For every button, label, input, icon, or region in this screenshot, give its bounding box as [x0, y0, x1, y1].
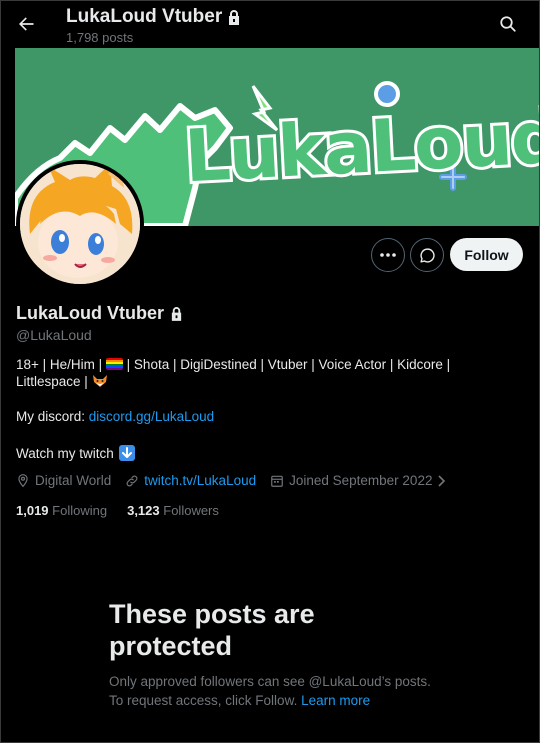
- discord-link[interactable]: discord.gg/LukaLoud: [89, 409, 214, 424]
- followers-link[interactable]: 3,123 Followers: [127, 503, 219, 518]
- search-icon: [500, 16, 516, 32]
- bio-text-1: 18+ | He/Him |: [16, 357, 106, 372]
- joined-text: Joined September 2022: [289, 473, 433, 488]
- more-options-button[interactable]: [371, 238, 405, 272]
- profile-bio: 18+ | He/Him | | Shota | DigiDestined | …: [16, 356, 486, 390]
- joined-item[interactable]: Joined September 2022: [270, 473, 446, 488]
- search-button[interactable]: [494, 10, 522, 38]
- profile-name-row: LukaLoud Vtuber: [16, 303, 183, 324]
- rainbow-flag-icon: [105, 358, 123, 370]
- calendar-icon: [271, 475, 283, 487]
- follow-button[interactable]: Follow: [450, 238, 523, 271]
- header-title-block: LukaLoud Vtuber 1,798 posts: [66, 6, 241, 45]
- following-label: Following: [52, 503, 108, 518]
- avatar-image: [20, 164, 140, 284]
- website-link[interactable]: twitch.tv/LukaLoud: [144, 473, 256, 488]
- profile-handle: @LukaLoud: [16, 327, 92, 343]
- down-arrow-emoji-icon: [118, 445, 135, 461]
- follow-counts: 1,019 Following 3,123 Followers: [16, 503, 219, 518]
- message-bubble-icon: [419, 247, 435, 263]
- website-item: twitch.tv/LukaLoud: [125, 473, 256, 488]
- arrow-left-icon: [19, 17, 34, 31]
- protected-body-text: Only approved followers can see @LukaLou…: [109, 674, 431, 708]
- back-button[interactable]: [10, 8, 42, 40]
- chevron-right-icon: [438, 474, 446, 487]
- more-icon: [380, 253, 396, 257]
- protected-lock-icon: [171, 307, 182, 321]
- avatar[interactable]: [16, 160, 144, 288]
- link-icon: [126, 475, 138, 486]
- lock-icon: [229, 10, 240, 25]
- protected-heading: These posts are protected: [109, 599, 315, 661]
- post-count: 1,798 posts: [66, 30, 134, 45]
- fox-face-icon: [92, 375, 107, 387]
- twitch-label: Watch my twitch: [16, 445, 114, 461]
- message-button[interactable]: [410, 238, 444, 272]
- location-item: Digital World: [16, 473, 111, 488]
- discord-label: My discord:: [16, 409, 89, 424]
- header-title: LukaLoud Vtuber: [66, 6, 223, 27]
- bio-text-3: Kidcore |: [397, 357, 451, 372]
- protected-body: Only approved followers can see @LukaLou…: [109, 672, 439, 710]
- bio-text-2: | Shota | DigiDestined | Vtuber | Voice …: [122, 357, 398, 372]
- followers-label: Followers: [163, 503, 219, 518]
- discord-line: My discord: discord.gg/LukaLoud: [16, 409, 214, 424]
- banner-logo-text: LukaLoud: [182, 95, 540, 199]
- bio-text-4: Littlespace |: [16, 374, 92, 389]
- header-title-row: LukaLoud Vtuber: [66, 6, 241, 28]
- location-text: Digital World: [35, 473, 112, 488]
- followers-count: 3,123: [127, 503, 160, 518]
- protected-notice: These posts are protected Only approved …: [109, 598, 439, 710]
- twitch-line: Watch my twitch: [16, 445, 135, 461]
- location-pin-icon: [18, 474, 28, 488]
- learn-more-link[interactable]: Learn more: [301, 693, 370, 708]
- following-count: 1,019: [16, 503, 49, 518]
- profile-meta: Digital World twitch.tv/LukaLoud Joined …: [16, 473, 459, 488]
- profile-display-name: LukaLoud Vtuber: [16, 303, 164, 323]
- following-link[interactable]: 1,019 Following: [16, 503, 107, 518]
- top-bar: LukaLoud Vtuber 1,798 posts: [0, 0, 540, 48]
